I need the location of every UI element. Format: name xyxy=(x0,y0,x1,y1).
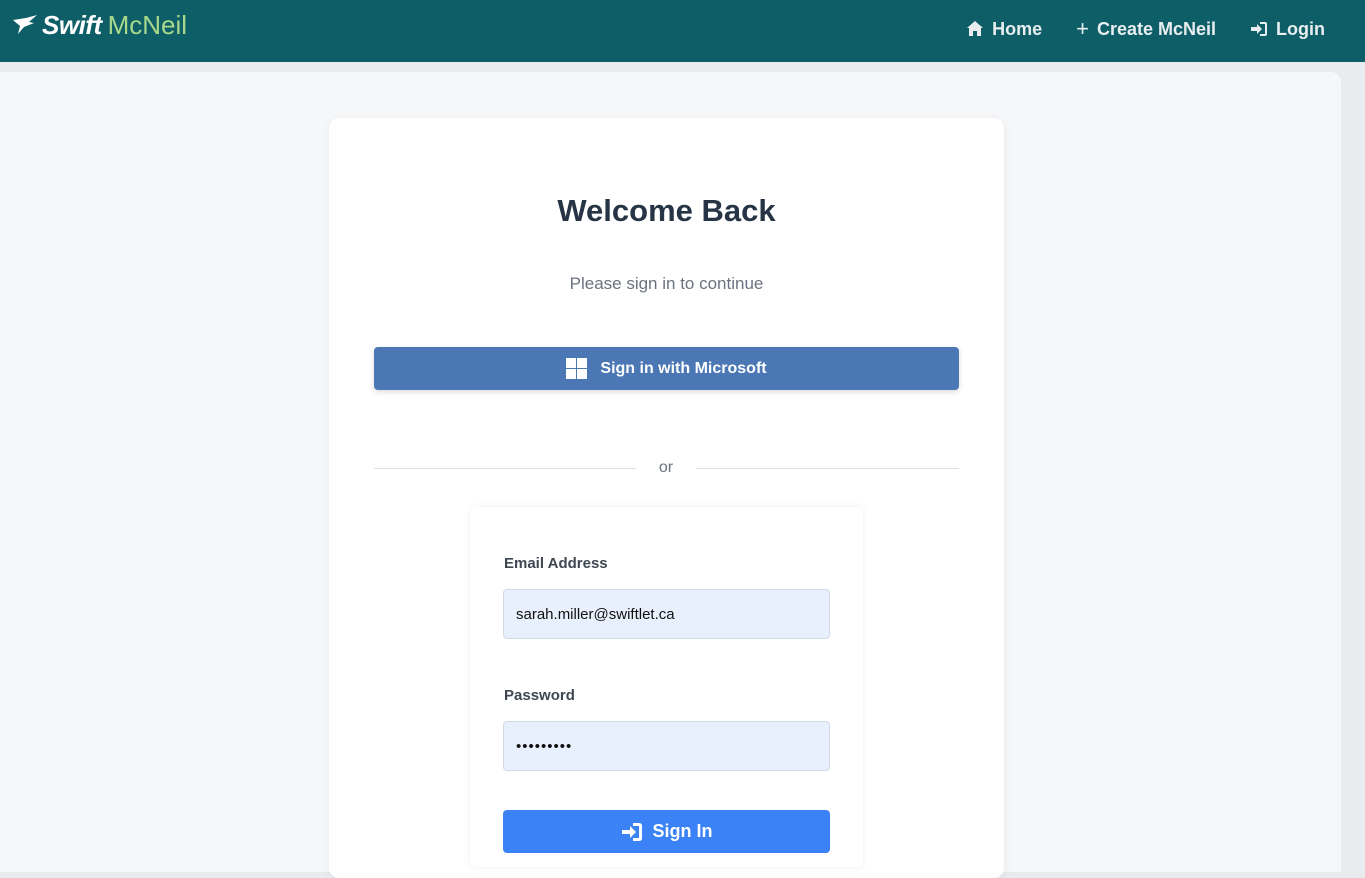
nav-login-link[interactable]: Login xyxy=(1250,19,1325,40)
microsoft-signin-button[interactable]: Sign in with Microsoft xyxy=(374,347,959,390)
windows-logo-icon xyxy=(566,358,588,379)
swift-bird-icon xyxy=(13,15,37,34)
plus-icon: + xyxy=(1076,16,1089,41)
top-navbar: Swift McNeil Home + Create McNeil Login xyxy=(0,0,1365,62)
divider-line-left xyxy=(374,468,636,469)
nav-links: Home + Create McNeil Login xyxy=(932,14,1325,44)
brand-swift-text: Swift xyxy=(42,9,102,40)
password-label: Password xyxy=(504,687,575,704)
divider-or-text: or xyxy=(658,459,674,476)
nav-home-label: Home xyxy=(992,18,1043,39)
nav-create-link[interactable]: + Create McNeil xyxy=(1076,18,1216,40)
email-label: Email Address xyxy=(504,555,608,572)
sign-in-icon xyxy=(621,822,642,841)
nav-login-label: Login xyxy=(1276,18,1325,39)
sign-in-button[interactable]: Sign In xyxy=(503,810,830,853)
brand-logo[interactable]: Swift McNeil xyxy=(12,8,187,42)
home-icon xyxy=(967,21,984,36)
page-subtitle: Please sign in to continue xyxy=(569,274,764,293)
brand-mcneil-text: McNeil xyxy=(107,9,188,40)
divider-line-right xyxy=(696,468,959,469)
microsoft-signin-label: Sign in with Microsoft xyxy=(600,359,767,377)
nav-home-link[interactable]: Home xyxy=(966,19,1042,40)
email-field[interactable] xyxy=(503,589,830,639)
password-field[interactable] xyxy=(503,721,830,771)
scrollbar-track[interactable] xyxy=(1341,62,1365,860)
sign-in-label: Sign In xyxy=(652,821,713,841)
nav-create-label: Create McNeil xyxy=(1096,18,1217,39)
login-icon xyxy=(1251,22,1268,36)
page-title: Welcome Back xyxy=(557,193,776,228)
